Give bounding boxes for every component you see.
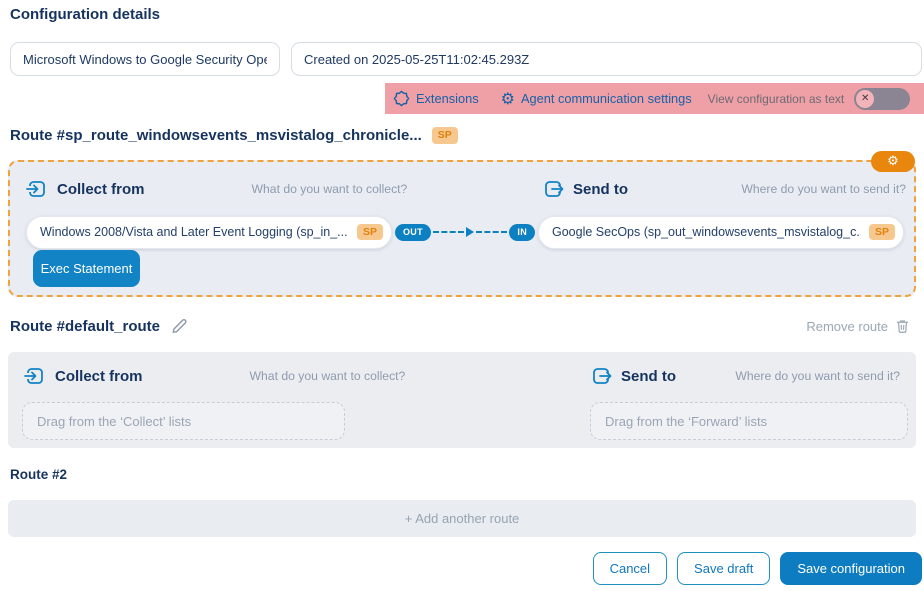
send-icon bbox=[542, 178, 564, 200]
destination-sp-badge: SP bbox=[869, 224, 895, 241]
collect-hint: What do you want to collect? bbox=[252, 182, 408, 196]
send-icon bbox=[590, 365, 612, 387]
destination-pill[interactable]: Google SecOps (sp_out_windowsevents_msvi… bbox=[538, 216, 904, 249]
collect-from-label: Collect from bbox=[57, 181, 145, 198]
view-as-text-toggle[interactable]: ✕ bbox=[854, 88, 910, 110]
send-hint: Where do you want to send it? bbox=[741, 182, 906, 196]
page-title: Configuration details bbox=[10, 6, 160, 23]
edit-route-icon[interactable] bbox=[170, 317, 188, 335]
cancel-button[interactable]: Cancel bbox=[593, 552, 667, 585]
save-draft-button[interactable]: Save draft bbox=[677, 552, 770, 585]
agent-communication-settings-button[interactable]: ⚙ Agent communication settings bbox=[501, 91, 692, 107]
agent-settings-label: Agent communication settings bbox=[521, 91, 692, 106]
collect-drop-zone[interactable]: Drag from the ‘Collect’ lists bbox=[22, 402, 345, 440]
send-to-label: Send to bbox=[621, 368, 676, 385]
add-another-route-button[interactable]: + Add another route bbox=[8, 500, 916, 537]
collect-hint: What do you want to collect? bbox=[250, 369, 406, 383]
collect-from-label: Collect from bbox=[55, 368, 143, 385]
route1-pipeline: Windows 2008/Vista and Later Event Loggi… bbox=[26, 216, 904, 248]
route1-send-header: Send to Where do you want to send it? bbox=[542, 178, 906, 200]
connector-dash-right bbox=[476, 231, 507, 233]
toggle-x-icon: ✕ bbox=[861, 93, 869, 104]
route-connector: OUT IN bbox=[395, 224, 535, 241]
source-pill[interactable]: Windows 2008/Vista and Later Event Loggi… bbox=[26, 216, 392, 249]
route1-title: Route #sp_route_windowsevents_msvistalog… bbox=[10, 127, 422, 144]
out-badge: OUT bbox=[395, 224, 431, 241]
trash-icon bbox=[895, 318, 910, 334]
destination-pill-label: Google SecOps (sp_out_windowsevents_msvi… bbox=[552, 225, 861, 239]
view-as-text-label: View configuration as text bbox=[708, 92, 845, 106]
collect-icon bbox=[26, 178, 48, 200]
toggle-off-knob: ✕ bbox=[856, 90, 874, 108]
remove-route-label: Remove route bbox=[806, 319, 888, 334]
source-pill-label: Windows 2008/Vista and Later Event Loggi… bbox=[40, 225, 349, 239]
save-configuration-button[interactable]: Save configuration bbox=[780, 552, 922, 585]
config-toolbar: Extensions ⚙ Agent communication setting… bbox=[385, 83, 924, 114]
footer-actions: Cancel Save draft Save configuration bbox=[593, 552, 922, 585]
route1-sp-badge: SP bbox=[432, 127, 458, 144]
in-badge: IN bbox=[509, 224, 535, 241]
send-to-label: Send to bbox=[573, 181, 628, 198]
configuration-page: Configuration details Extensions ⚙ Agent… bbox=[0, 0, 924, 591]
route2-collect-header: Collect from What do you want to collect… bbox=[24, 365, 405, 387]
route3-title-row: Route #2 bbox=[10, 467, 67, 482]
connector-dash-left bbox=[433, 231, 464, 233]
source-sp-badge: SP bbox=[357, 224, 383, 241]
route1-title-row: Route #sp_route_windowsevents_msvistalog… bbox=[10, 127, 458, 144]
extensions-label: Extensions bbox=[416, 91, 479, 106]
exec-statement-button[interactable]: Exec Statement bbox=[33, 250, 140, 287]
route2-box: Collect from What do you want to collect… bbox=[8, 352, 916, 448]
config-name-input[interactable] bbox=[10, 42, 280, 76]
route1-box: ⚙ Collect from What do you want to colle… bbox=[8, 160, 916, 297]
connector-arrow-icon bbox=[466, 227, 474, 237]
route-settings-button[interactable]: ⚙ bbox=[871, 151, 915, 172]
route1-collect-header: Collect from What do you want to collect… bbox=[26, 178, 407, 200]
route2-title: Route #default_route bbox=[10, 318, 160, 335]
remove-route-button[interactable]: Remove route bbox=[806, 318, 910, 334]
forward-drop-zone[interactable]: Drag from the ‘Forward’ lists bbox=[590, 402, 908, 440]
extensions-seal-icon bbox=[393, 90, 410, 107]
send-hint: Where do you want to send it? bbox=[735, 369, 900, 383]
route3-title: Route #2 bbox=[10, 467, 67, 482]
extensions-button[interactable]: Extensions bbox=[393, 90, 479, 107]
collect-icon bbox=[24, 365, 46, 387]
gear-icon: ⚙ bbox=[501, 91, 515, 107]
route2-title-row: Route #default_route bbox=[10, 317, 188, 335]
route2-send-header: Send to Where do you want to send it? bbox=[590, 365, 900, 387]
created-timestamp-input[interactable] bbox=[291, 42, 922, 76]
gear-icon: ⚙ bbox=[887, 155, 899, 168]
